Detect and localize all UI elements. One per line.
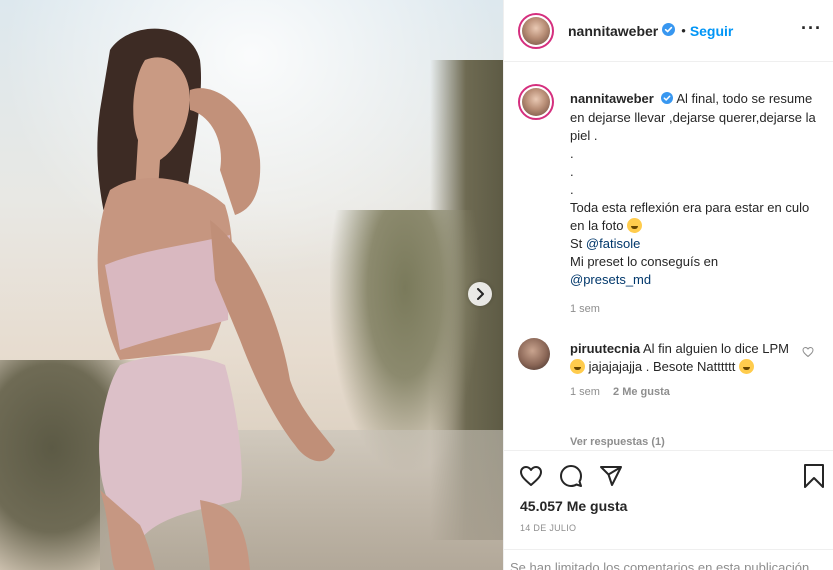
post-header: nannitaweber • Seguir ···	[504, 0, 833, 62]
author-avatar[interactable]	[518, 12, 554, 49]
photo-subject	[97, 28, 335, 570]
comment-text-part: Al fin alguien lo dice LPM	[642, 341, 789, 356]
caption-line: .	[570, 145, 574, 161]
comments-limited-notice: Se han limitado los comentarios en esta …	[504, 549, 833, 570]
post-date[interactable]: 14 DE JULIO	[520, 523, 576, 533]
more-icon[interactable]: ···	[801, 18, 822, 39]
chevron-right-icon	[477, 288, 484, 300]
comment-meta: 1 sem 2 Me gusta	[570, 386, 822, 398]
caption-author-avatar[interactable]	[518, 84, 554, 120]
separator-dot: •	[681, 23, 686, 38]
post-caption: nannitaweber Al final, todo se resume en…	[518, 84, 818, 315]
laughing-emoji-icon	[570, 359, 585, 374]
caption-timestamp: 1 sem	[570, 302, 600, 315]
next-image-button[interactable]	[468, 282, 492, 306]
caption-line: .	[570, 181, 574, 197]
caption-line: Toda esta reflexión era para estar en cu…	[570, 199, 810, 233]
action-icons	[518, 463, 624, 489]
comment-timestamp: 1 sem	[570, 386, 600, 398]
caption-line: Mi preset lo conseguís en	[570, 253, 719, 269]
caption-line: St	[570, 235, 583, 251]
laughing-emoji-icon	[627, 217, 643, 233]
caption-author[interactable]: nannitaweber	[570, 91, 654, 106]
comment-text: piruutecnia Al fin alguien lo dice LPM j…	[570, 338, 796, 376]
post-actions: 45.057 Me gusta 14 DE JULIO Se han limit…	[504, 450, 833, 570]
mention-link-photographer[interactable]: @fatisole	[586, 236, 640, 251]
likes-count-button[interactable]: 45.057 Me gusta	[520, 498, 627, 514]
comment-like-heart-icon[interactable]	[802, 346, 814, 361]
comments-list[interactable]: nannitaweber Al final, todo se resume en…	[504, 62, 833, 450]
caption-text: nannitaweber Al final, todo se resume en…	[570, 84, 818, 289]
comment-icon[interactable]	[558, 463, 584, 489]
follow-button[interactable]: Seguir	[690, 23, 734, 39]
commenter-avatar[interactable]	[518, 338, 550, 370]
heart-icon[interactable]	[518, 463, 544, 489]
verified-icon	[661, 91, 674, 109]
author-username[interactable]: nannitaweber	[568, 23, 658, 39]
comment-likes-button[interactable]: 2 Me gusta	[613, 386, 670, 398]
post-photo[interactable]	[0, 0, 503, 570]
view-replies-button[interactable]: Ver respuestas (1)	[570, 436, 665, 448]
commenter-username[interactable]: piruutecnia	[570, 341, 640, 356]
verified-icon	[662, 22, 676, 39]
bookmark-icon[interactable]	[802, 463, 826, 492]
comment-text-part: jajajajajja . Besote Natttttt	[588, 359, 736, 374]
comment-item: piruutecnia Al fin alguien lo dice LPM j…	[518, 338, 822, 398]
caption-line: .	[570, 163, 574, 179]
post-side-panel: nannitaweber • Seguir ··· nannitaweber A…	[503, 0, 833, 570]
mention-link-presets[interactable]: @presets_md	[570, 272, 651, 287]
share-icon[interactable]	[598, 463, 624, 489]
kiss-emoji-icon	[738, 359, 754, 374]
